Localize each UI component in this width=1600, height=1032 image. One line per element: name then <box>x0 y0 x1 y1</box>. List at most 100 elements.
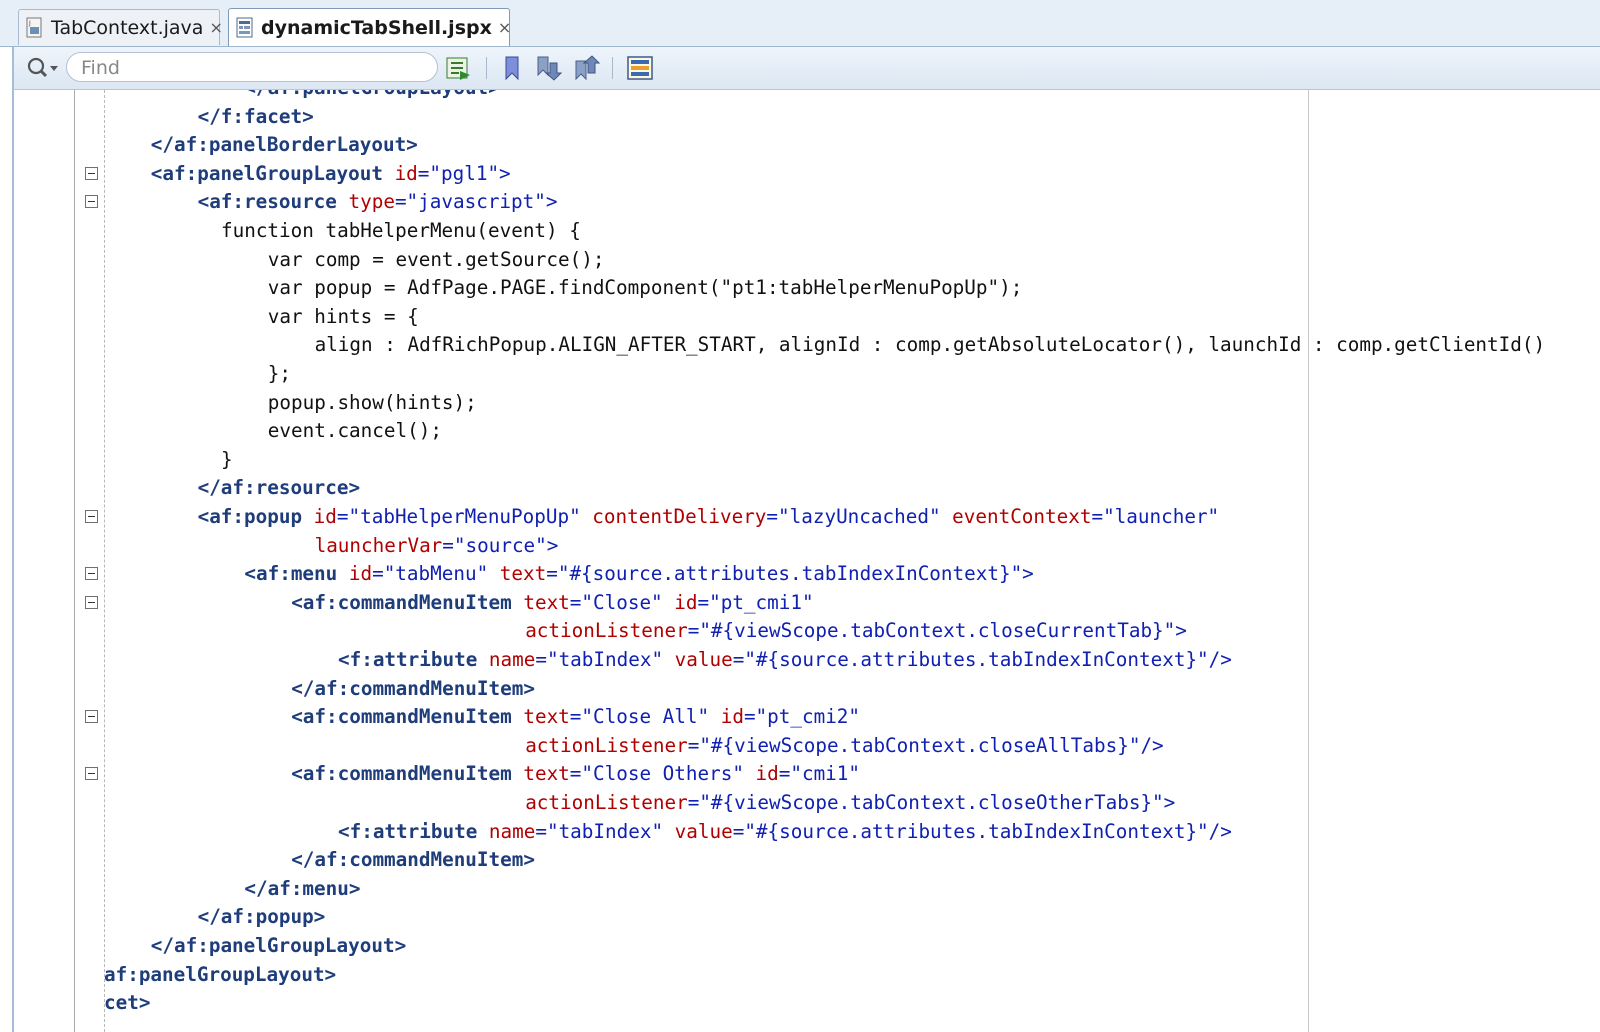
xml-value: ="#{viewScope.tabContext.closeCurrentTab… <box>687 619 1187 643</box>
xml-value: ="tabIndex" <box>535 648 664 671</box>
xml-tag: <f:attribute <box>338 648 478 671</box>
fold-margin <box>104 90 105 1032</box>
script-text: var hints = { <box>267 304 419 328</box>
xml-value: ="#{source.attributes.tabIndexInContext}… <box>546 562 1034 586</box>
xml-tag: </af:commandMenuItem> <box>291 848 535 872</box>
tab-dynamictabshell-jspx[interactable]: dynamicTabShell.jspx × <box>228 8 511 46</box>
code-line: align : AdfRichPopup.ALIGN_AFTER_START, … <box>315 330 1545 359</box>
script-text: function tabHelperMenu(event) { <box>221 219 581 242</box>
xml-attribute: text <box>511 590 570 614</box>
line-gutter-border <box>74 90 75 1032</box>
xml-tag: cet> <box>104 991 151 1015</box>
editor-tab-strip: J TabContext.java × dynamicTabShell.jspx… <box>0 0 1600 47</box>
previous-bookmark-icon[interactable] <box>572 55 600 81</box>
code-line: actionListener="#{viewScope.tabContext.c… <box>525 731 1163 760</box>
fold-toggle-icon[interactable] <box>85 595 98 609</box>
next-bookmark-icon[interactable] <box>534 55 562 81</box>
xml-value: ="#{viewScope.tabContext.closeOtherTabs}… <box>687 791 1176 814</box>
fold-toggle-icon[interactable] <box>85 710 98 724</box>
code-line: <af:popup id="tabHelperMenuPopUp" conten… <box>198 502 1220 531</box>
java-file-icon: J <box>26 17 42 37</box>
xml-tag: </af:resource> <box>197 476 361 500</box>
code-line: launcherVar="source"> <box>315 531 559 560</box>
xml-value: ="#{source.attributes.tabIndexInContext}… <box>732 819 1232 843</box>
xml-attribute: text <box>511 705 570 729</box>
code-line: event.cancel(); <box>268 416 442 445</box>
script-text: var comp = event.getSource(); <box>267 247 605 271</box>
xml-value: ="pt_cmi1" <box>697 590 814 614</box>
xml-attribute: id <box>337 562 373 586</box>
xml-attribute: id <box>382 161 418 185</box>
script-text: event.cancel(); <box>267 419 442 443</box>
close-tab-icon[interactable]: × <box>209 18 222 37</box>
xml-value: ="Close Others" <box>569 762 744 786</box>
xml-value: ="tabHelperMenuPopUp" <box>336 505 581 528</box>
xml-attribute: type <box>336 190 395 214</box>
code-line: <af:panelGroupLayout id="pgl1"> <box>151 159 511 188</box>
editor-toolbar: Find <box>12 47 1600 90</box>
xml-value: ="lazyUncached" <box>766 505 941 528</box>
code-editor[interactable]: </af:panelGroupLayout> </f:facet> </af:pan… <box>12 90 1600 1032</box>
xml-tag: <af:menu <box>244 562 338 586</box>
xml-tag: <af:commandMenuItem <box>291 705 512 729</box>
xml-value: ="Close All" <box>569 705 710 729</box>
xml-attribute: id <box>302 505 337 528</box>
code-line: <f:attribute name="tabIndex" value="#{so… <box>338 817 1232 846</box>
xml-tag: </af:panelBorderLayout> <box>150 133 418 157</box>
tab-tabcontext-java[interactable]: J TabContext.java × <box>18 9 223 45</box>
xml-tag: </af:commandMenuItem> <box>291 676 535 700</box>
xml-attribute: name <box>477 819 536 843</box>
code-line: var comp = event.getSource(); <box>268 245 605 274</box>
code-line: </af:panelGroupLayout> <box>244 90 499 102</box>
code-line: </af:panelGroupLayout> <box>151 931 406 960</box>
script-text: align : AdfRichPopup.ALIGN_AFTER_START, … <box>314 333 1546 357</box>
script-text: } <box>221 447 233 471</box>
xml-attribute: name <box>477 648 536 671</box>
find-results-icon[interactable] <box>444 55 472 81</box>
xml-tag: </f:facet> <box>197 104 314 128</box>
xml-tag: <af:popup <box>197 505 303 528</box>
xml-value: ="Close" <box>569 590 663 614</box>
xml-value: ="launcher" <box>1091 505 1220 528</box>
code-line: </af:popup> <box>198 902 326 931</box>
xml-attribute: value <box>663 819 733 843</box>
code-line: <af:menu id="tabMenu" text="#{source.att… <box>244 559 1033 588</box>
xml-attribute: text <box>511 762 570 786</box>
xml-value: ="#{viewScope.tabContext.closeAllTabs}"/… <box>687 733 1164 757</box>
code-line: <af:commandMenuItem text="Close All" id=… <box>291 702 860 731</box>
svg-text:J: J <box>28 20 31 27</box>
bookmark-icon[interactable] <box>498 55 526 81</box>
xml-attribute: contentDelivery <box>580 505 767 528</box>
fold-toggle-icon[interactable] <box>85 195 98 209</box>
code-line: af:panelGroupLayout> <box>104 960 336 989</box>
fold-toggle-icon[interactable] <box>85 510 98 523</box>
search-options-icon[interactable] <box>24 54 60 82</box>
tab-label: dynamicTabShell.jspx <box>261 16 492 39</box>
xml-value: ="tabMenu" <box>372 562 489 586</box>
close-tab-icon[interactable]: × <box>498 18 511 37</box>
xml-tag: </af:panelGroupLayout> <box>150 934 407 957</box>
script-text: popup.show(hints); <box>267 390 477 414</box>
toggle-view-icon[interactable] <box>626 55 654 81</box>
fold-toggle-icon[interactable] <box>85 166 98 180</box>
xml-tag: <af:panelGroupLayout <box>150 161 383 185</box>
fold-toggle-icon[interactable] <box>85 767 98 781</box>
xml-attribute: actionListener <box>525 733 688 757</box>
xml-attribute: id <box>662 590 698 614</box>
right-margin-line <box>1308 90 1309 1032</box>
code-line: var hints = { <box>268 302 419 331</box>
xml-attribute: id <box>743 762 779 786</box>
code-line: function tabHelperMenu(event) { <box>221 216 581 245</box>
fold-toggle-icon[interactable] <box>85 567 98 581</box>
find-input[interactable]: Find <box>66 52 438 82</box>
xml-attribute: launcherVar <box>314 533 443 557</box>
code-line: var popup = AdfPage.PAGE.findComponent("… <box>268 273 1023 302</box>
xml-tag: <af:resource <box>197 190 337 214</box>
xml-tag: af:panelGroupLayout> <box>104 962 337 986</box>
code-line: <af:commandMenuItem text="Close Others" … <box>291 759 860 788</box>
xml-tag: <f:attribute <box>338 819 478 843</box>
xml-value: ="pgl1"> <box>417 161 511 185</box>
code-line: actionListener="#{viewScope.tabContext.c… <box>525 788 1175 817</box>
xml-attribute: eventContext <box>940 505 1092 528</box>
xml-attribute: actionListener <box>525 619 688 643</box>
